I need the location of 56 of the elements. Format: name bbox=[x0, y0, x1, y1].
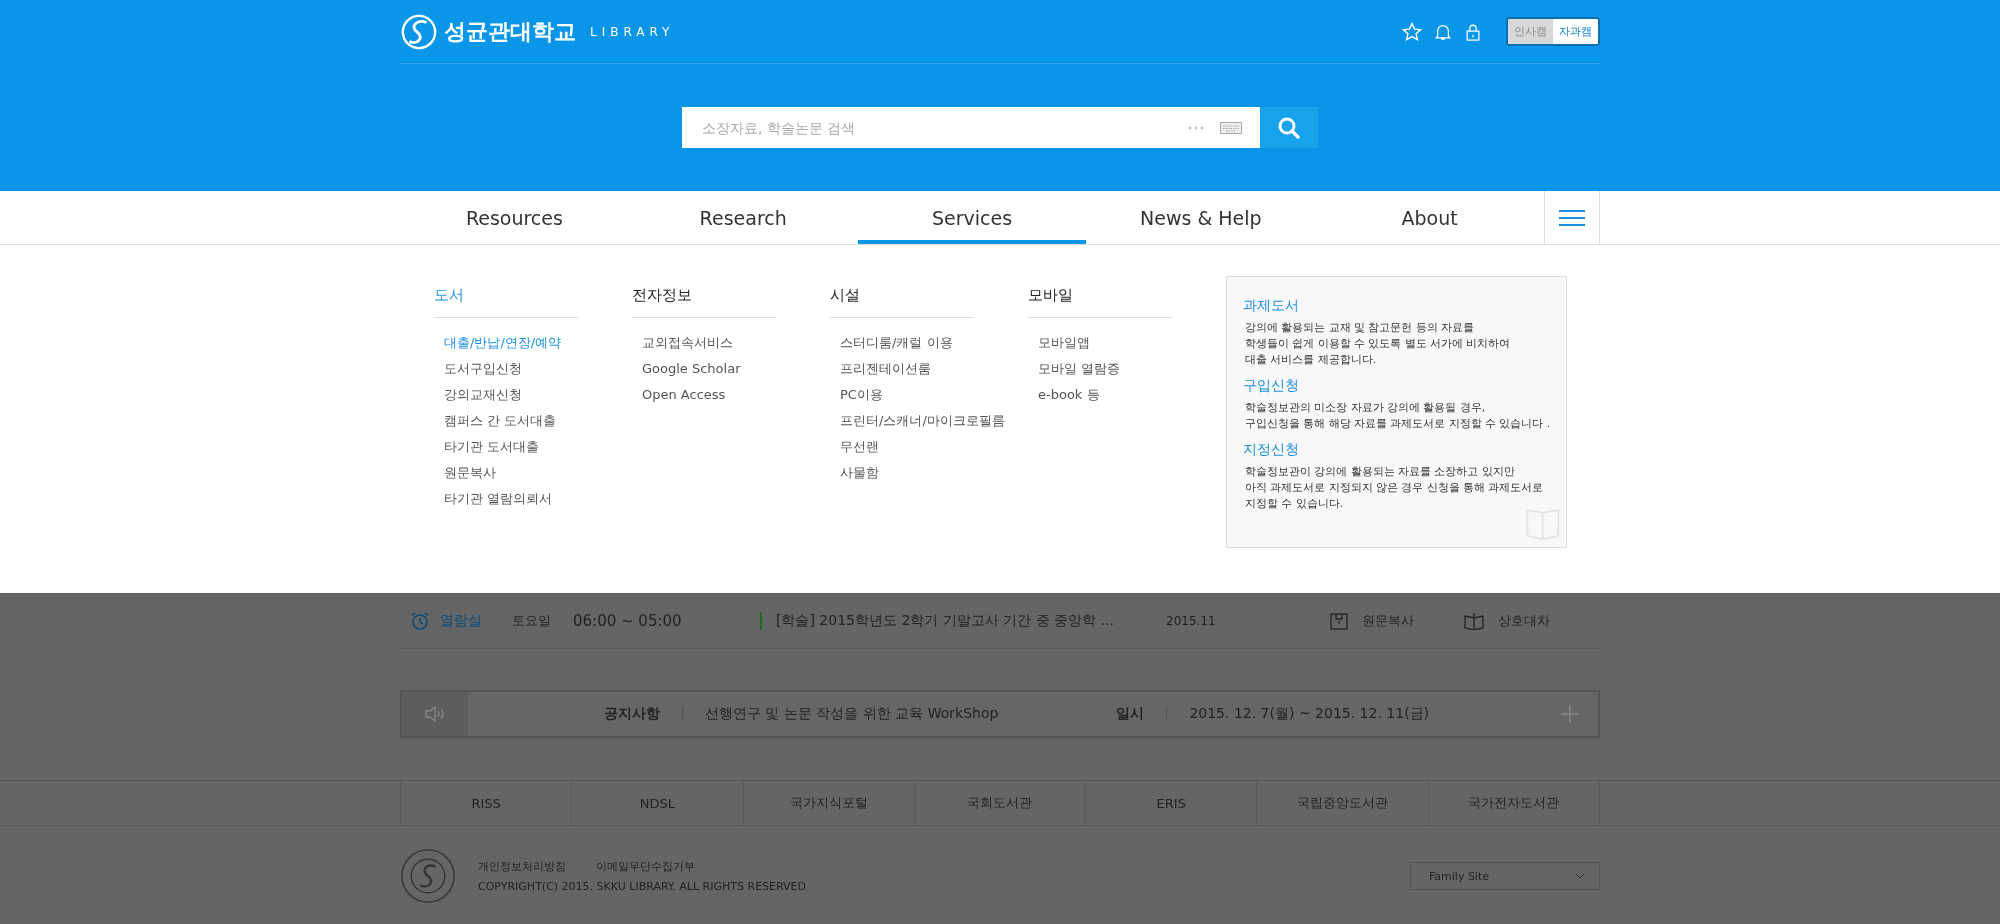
menu-link[interactable]: 프린터/스캐너/마이크로필름 bbox=[840, 408, 1005, 434]
menu-link[interactable]: 사물함 bbox=[840, 460, 879, 486]
menu-column-title[interactable]: 시설 bbox=[830, 276, 974, 318]
menu-link[interactable]: 모바일 열람증 bbox=[1038, 356, 1121, 382]
nav-tab[interactable]: News & Help bbox=[1086, 191, 1316, 244]
menu-link[interactable]: 스터디룸/캐럴 이용 bbox=[840, 330, 953, 356]
search-box[interactable]: 소장자료, 학술논문 검색 bbox=[682, 107, 1260, 148]
menu-column-title[interactable]: 도서 bbox=[434, 276, 578, 318]
search-icon bbox=[1277, 115, 1301, 140]
menu-link[interactable]: 강의교재신청 bbox=[444, 382, 522, 408]
menu-link[interactable]: 캠퍼스 간 도서대출 bbox=[444, 408, 557, 434]
more-dots-icon[interactable] bbox=[1188, 125, 1204, 130]
info-heading: 과제도서 bbox=[1243, 297, 1300, 315]
menu-link[interactable]: 타기관 도서대출 bbox=[444, 434, 540, 460]
menu-link[interactable]: 도서구입신청 bbox=[444, 356, 522, 382]
search-button[interactable] bbox=[1260, 107, 1318, 148]
menu-link[interactable]: 프리젠테이션룸 bbox=[840, 356, 931, 382]
info-heading: 지정신청 bbox=[1243, 441, 1300, 459]
opening-hours: 06:00 ~ 05:00 bbox=[573, 611, 682, 630]
nav-tab[interactable]: Resources bbox=[400, 191, 629, 244]
menu-link[interactable]: 타기관 열람의뢰서 bbox=[444, 486, 553, 512]
campus-tab[interactable]: 자과캠 bbox=[1553, 19, 1598, 44]
menu-link[interactable]: Open Access bbox=[642, 382, 726, 408]
info-heading: 구입신청 bbox=[1243, 377, 1300, 395]
alarm-clock-icon bbox=[410, 610, 430, 631]
menu-link[interactable]: e-book 등 bbox=[1038, 382, 1100, 408]
star-icon[interactable] bbox=[1402, 21, 1422, 42]
nav-tab[interactable]: Research bbox=[628, 191, 858, 244]
speaker-icon bbox=[424, 705, 446, 723]
notice-label: 공지사항 bbox=[604, 705, 660, 723]
menu-link[interactable]: 교외접속서비스 bbox=[642, 330, 733, 356]
info-text: 학술정보관이 강의에 활용되는 자료를 소장하고 있지만 아직 과제도서로 지정되지 않은 경우 신청을 통해 과제도서로 지정할 수 있습니다. bbox=[1244, 464, 1544, 511]
menu-button[interactable] bbox=[1544, 191, 1600, 244]
info-text: 학술정보관의 미소장 자료가 강의에 활용될 경우, 구입신청을 통해 해당 자료를 과제도서로 지정할 수 있습니다 . bbox=[1244, 400, 1551, 431]
event-date: 2015. 12. 7(월) ~ 2015. 12. 11(금) bbox=[1189, 705, 1430, 723]
menu-column-title[interactable]: 전자정보 bbox=[632, 276, 776, 318]
menu-column-title[interactable]: 모바일 bbox=[1028, 276, 1172, 318]
menu-link[interactable]: 대출/반납/연장/예약 bbox=[444, 330, 562, 356]
menu-link[interactable]: Google Scholar bbox=[642, 356, 741, 382]
university-emblem-icon bbox=[400, 12, 438, 51]
menu-link[interactable]: 원문복사 bbox=[444, 460, 496, 486]
menu-link[interactable]: PC이용 bbox=[840, 382, 883, 408]
notice-date: 2015.11 bbox=[1166, 613, 1216, 628]
chevron-down-icon bbox=[1575, 873, 1585, 879]
menu-link[interactable]: 무선랜 bbox=[840, 434, 879, 460]
menu-link[interactable]: 모바일앱 bbox=[1038, 330, 1090, 356]
logo-subtext: LIBRARY bbox=[590, 24, 675, 39]
nav-tab[interactable]: About bbox=[1315, 191, 1544, 244]
book-icon bbox=[1464, 611, 1484, 630]
info-text: 강의에 활용되는 교재 및 참고문헌 등의 자료를 학생들이 쉽게 이용할 수 있도록 별도 서가에 비치하여 대출 서비스를 제공합니다. bbox=[1244, 320, 1511, 367]
keyboard-icon[interactable] bbox=[1220, 121, 1242, 134]
copyright-text: COPYRIGHT(C) 2015. SKKU LIBRARY. ALL RIGHTS RESERVED bbox=[478, 880, 807, 893]
date-label: 일시 bbox=[1116, 705, 1145, 723]
day-label: 토요일 bbox=[512, 611, 551, 630]
university-seal-icon bbox=[400, 848, 456, 904]
menu-icon bbox=[1559, 208, 1585, 227]
